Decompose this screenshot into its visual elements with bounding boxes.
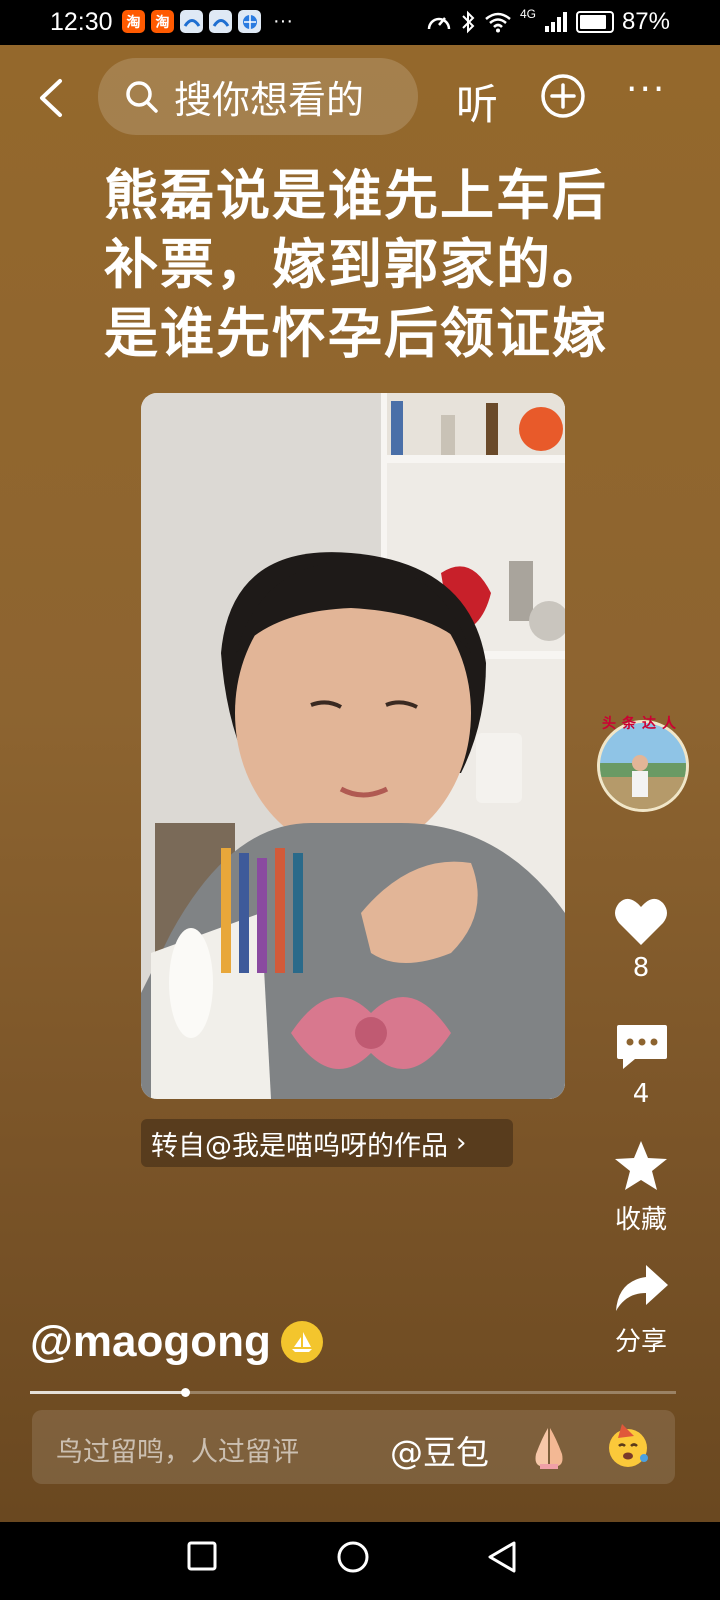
progress-knob[interactable] bbox=[181, 1388, 191, 1397]
favorite-button[interactable]: 收藏 bbox=[606, 1139, 676, 1236]
listen-button[interactable]: 听 bbox=[456, 71, 498, 132]
comment-icon bbox=[617, 1025, 667, 1069]
status-time: 12:30 bbox=[50, 8, 113, 36]
star-icon bbox=[615, 1141, 667, 1190]
taobao-icon: 淘 bbox=[122, 10, 145, 33]
wifi-icon bbox=[485, 12, 511, 33]
battery-icon bbox=[575, 11, 614, 33]
author-handle[interactable]: @maogong bbox=[30, 1317, 323, 1367]
top-creator-badge: 头条达人 bbox=[602, 716, 682, 732]
search-icon bbox=[126, 80, 158, 113]
repost-source-link[interactable]: 转自@我是喵呜呀的作品 › bbox=[141, 1119, 513, 1167]
battery-percent: 87% bbox=[621, 8, 670, 35]
search-placeholder: 搜你想看的 bbox=[174, 78, 365, 122]
video-detail-page: 搜你想看的 听 ··· 熊磊说是谁先上车后 补票，嫁到郭家的。 是谁先怀孕后领证… bbox=[0, 45, 720, 1522]
mention-doubao-button[interactable]: @豆包 bbox=[390, 1426, 489, 1474]
video-player[interactable] bbox=[141, 393, 565, 1099]
system-nav-bar bbox=[0, 1522, 720, 1600]
share-button[interactable]: 分享 bbox=[606, 1263, 676, 1358]
browser-icon bbox=[238, 10, 261, 33]
bluetooth-icon bbox=[462, 10, 475, 34]
pray-emoji-icon[interactable] bbox=[526, 1424, 572, 1470]
repost-text: 转自@我是喵呜呀的作品 bbox=[151, 1130, 448, 1162]
signal-icon bbox=[544, 12, 567, 32]
network-type: 4G bbox=[519, 7, 536, 21]
app-icon bbox=[209, 10, 232, 33]
share-arrow-icon bbox=[616, 1265, 668, 1311]
post-headline: 熊磊说是谁先上车后 补票，嫁到郭家的。 是谁先怀孕后领证嫁 bbox=[104, 161, 644, 368]
add-circle-icon[interactable] bbox=[540, 73, 586, 119]
headline-line: 是谁先怀孕后领证嫁 bbox=[104, 302, 608, 365]
party-face-emoji-icon[interactable] bbox=[604, 1422, 652, 1470]
headline-line: 补票，嫁到郭家的。 bbox=[104, 233, 608, 296]
taobao-icon: 淘 bbox=[151, 10, 174, 33]
headline-line: 熊磊说是谁先上车后 bbox=[104, 164, 608, 227]
back-triangle-icon[interactable] bbox=[486, 1540, 518, 1574]
search-box[interactable]: 搜你想看的 bbox=[98, 58, 418, 135]
back-arrow-icon[interactable] bbox=[30, 73, 70, 123]
status-more: ··· bbox=[273, 10, 293, 32]
comment-count: 4 bbox=[632, 1079, 650, 1109]
sailboat-badge-icon bbox=[280, 1321, 323, 1363]
status-app-icons: 淘 淘 ··· bbox=[122, 10, 293, 33]
video-progress-bar[interactable] bbox=[30, 1388, 676, 1397]
app-icon bbox=[180, 10, 203, 33]
heart-icon bbox=[615, 898, 667, 945]
comment-input[interactable]: 鸟过留鸣，人过留评 @豆包 bbox=[32, 1410, 675, 1484]
video-frame-image bbox=[141, 393, 565, 1099]
recents-square-icon[interactable] bbox=[186, 1540, 218, 1572]
favorite-label: 收藏 bbox=[614, 1205, 667, 1235]
share-label: 分享 bbox=[614, 1327, 667, 1357]
speed-icon bbox=[427, 17, 451, 30]
status-indicators: 4G 87% bbox=[426, 7, 670, 36]
home-circle-icon[interactable] bbox=[336, 1540, 370, 1574]
like-button[interactable]: 8 bbox=[606, 895, 676, 983]
status-bar: 12:30 淘 淘 ··· 4G 87% bbox=[0, 0, 720, 45]
like-count: 8 bbox=[632, 953, 650, 983]
more-options-button[interactable]: ··· bbox=[626, 69, 666, 110]
chevron-right-icon: › bbox=[456, 1128, 467, 1158]
author-handle-text: @maogong bbox=[30, 1317, 271, 1366]
comment-placeholder: 鸟过留鸣，人过留评 bbox=[56, 1437, 299, 1468]
comment-button[interactable]: 4 bbox=[606, 1021, 676, 1109]
